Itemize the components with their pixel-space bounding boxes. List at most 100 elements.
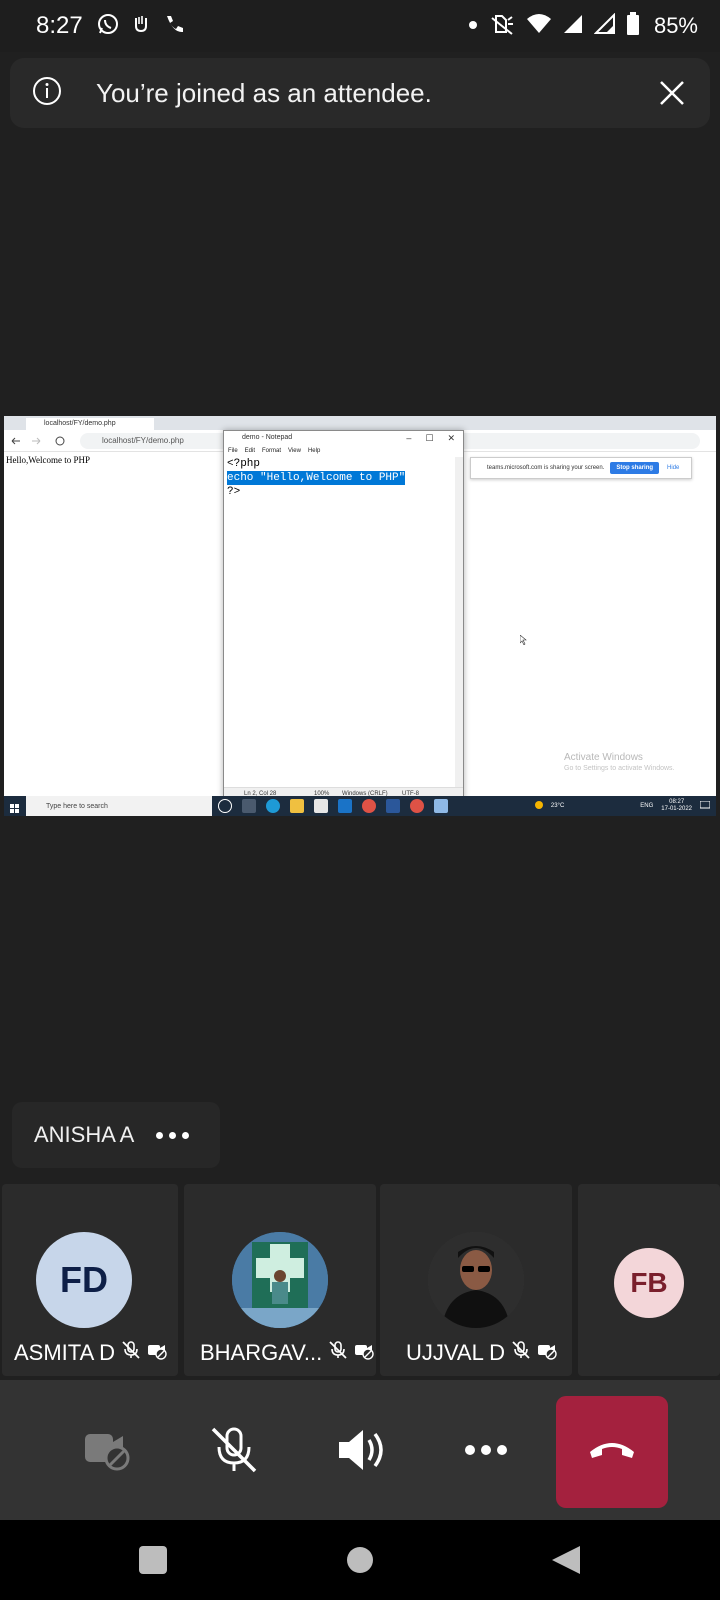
hang-up-icon: [588, 1438, 636, 1467]
activate-windows-title: Activate Windows: [564, 752, 643, 763]
whatsapp-icon: [97, 13, 119, 40]
close-icon[interactable]: [656, 77, 688, 109]
mic-off-icon: [121, 1340, 141, 1366]
teams-icon: [133, 14, 149, 39]
code-line: <?php: [227, 458, 261, 470]
code-line: ?>: [227, 486, 241, 498]
file-explorer-icon: [290, 799, 304, 813]
mail-icon: [338, 799, 352, 813]
taskbar-search: Type here to search: [26, 796, 212, 816]
menu-edit: Edit: [244, 448, 256, 454]
notepad-menu: File Edit Format View Help: [224, 445, 463, 457]
system-navbar: [0, 1520, 720, 1600]
weather-icon: [534, 801, 543, 811]
attendee-banner: You’re joined as an attendee.: [10, 58, 710, 128]
edge-icon: [266, 799, 280, 813]
task-view-icon: [242, 799, 256, 813]
active-speaker-chip[interactable]: ANISHA A: [12, 1102, 220, 1168]
menu-format: Format: [262, 448, 282, 454]
avatar-photo: [232, 1232, 328, 1328]
participant-name-row: ASMITA D: [14, 1340, 167, 1366]
notepad-title-bar: demo - Notepad – ☐ ✕: [224, 431, 463, 445]
system-tray: 23°C ENG 08:27 17-01-2022: [534, 796, 711, 816]
wifi-icon: [526, 13, 552, 40]
minimize-icon: –: [406, 433, 412, 443]
word-icon: [386, 799, 400, 813]
code-line-selected: echo "Hello,Welcome to PHP": [227, 471, 406, 485]
camera-off-icon: [537, 1340, 557, 1366]
participant-tile[interactable]: FB: [578, 1184, 720, 1376]
status-bar: 8:27 85%: [0, 0, 720, 52]
battery-percent: 85%: [653, 13, 698, 38]
more-icon[interactable]: [156, 1131, 190, 1139]
tray-time: 08:27: [669, 799, 685, 805]
mic-off-icon[interactable]: [194, 1408, 274, 1492]
stop-sharing-button: Stop sharing: [610, 462, 660, 474]
speaker-name: ANISHA A: [34, 1122, 135, 1147]
battery-icon: [626, 11, 640, 41]
browser-tabbar: localhost/FY/demo.php: [4, 416, 716, 430]
maximize-icon: ☐: [425, 433, 434, 443]
back-icon[interactable]: [546, 1542, 586, 1578]
tray-date: 17-01-2022: [661, 806, 692, 812]
participant-name: UJJVAL D: [406, 1340, 506, 1365]
browser-page-text: Hello,Welcome to PHP: [6, 455, 91, 465]
browser-nav-icons: [11, 436, 65, 446]
browser-tab: localhost/FY/demo.php: [26, 418, 154, 430]
mouse-cursor-icon: [519, 632, 528, 650]
phone-icon: [163, 14, 183, 39]
participant-tile[interactable]: BHARGAV...: [184, 1184, 376, 1376]
activate-windows-subtitle: Go to Settings to activate Windows.: [564, 765, 675, 772]
recents-icon[interactable]: [133, 1542, 173, 1578]
status-time: 8:27: [36, 12, 83, 39]
menu-file: File: [228, 448, 238, 454]
notepad-scrollbar: [455, 457, 463, 787]
notification-icon: [699, 800, 711, 811]
participant-name-row: UJJVAL D: [406, 1340, 557, 1366]
banner-message: You’re joined as an attendee.: [96, 77, 432, 108]
dot-icon: [468, 17, 478, 35]
signal-icon: [562, 13, 584, 40]
more-icon[interactable]: [446, 1408, 526, 1492]
cortana-icon: [218, 799, 232, 813]
avatar-photo: [428, 1232, 524, 1328]
vibrate-icon: [488, 12, 516, 41]
store-icon: [314, 799, 328, 813]
notepad-editor: <?php echo "Hello,Welcome to PHP" ?>: [224, 457, 463, 499]
hide-button: Hide: [667, 465, 680, 471]
chrome-icon: [410, 799, 424, 813]
windows-start-icon: [10, 801, 20, 816]
avatar: [428, 1232, 524, 1328]
notepad-title: demo - Notepad: [242, 434, 293, 441]
weather-temp: 23°C: [550, 803, 565, 809]
hang-up-button[interactable]: [556, 1396, 668, 1508]
shared-screen: localhost/FY/demo.php localhost/FY/demo.…: [4, 416, 716, 816]
avatar: [232, 1232, 328, 1328]
menu-view: View: [288, 448, 301, 454]
participant-name: ASMITA D: [14, 1340, 116, 1365]
menu-help: Help: [307, 448, 321, 454]
notepad-icon: [434, 799, 448, 813]
notepad-window: demo - Notepad – ☐ ✕ File Edit Format Vi…: [223, 430, 464, 800]
participant-name: BHARGAV...: [200, 1340, 323, 1365]
windows-taskbar: Type here to search 23°C ENG 08:27 17-01…: [4, 796, 716, 816]
share-notice: teams.microsoft.com is sharing your scre…: [470, 457, 692, 479]
taskbar-search-text: Type here to search: [46, 802, 108, 810]
signal-icon: [593, 12, 616, 40]
avatar: FD: [36, 1232, 132, 1328]
taskbar-apps: [218, 799, 448, 813]
participant-tile[interactable]: FD ASMITA D: [2, 1184, 178, 1376]
speaker-icon[interactable]: [320, 1408, 400, 1492]
close-icon: ✕: [447, 433, 455, 443]
home-icon[interactable]: [340, 1542, 380, 1578]
avatar: FB: [614, 1248, 684, 1318]
chrome-icon: [362, 799, 376, 813]
participant-name-row: BHARGAV...: [200, 1340, 374, 1366]
language: ENG: [640, 803, 654, 809]
camera-off-icon[interactable]: [68, 1408, 148, 1492]
share-notice-text: teams.microsoft.com is sharing your scre…: [487, 465, 605, 471]
call-controls: [0, 1380, 720, 1520]
window-buttons: – ☐ ✕: [406, 431, 455, 445]
participant-tile[interactable]: UJJVAL D: [380, 1184, 572, 1376]
tray-clock: 08:27 17-01-2022: [661, 799, 692, 813]
